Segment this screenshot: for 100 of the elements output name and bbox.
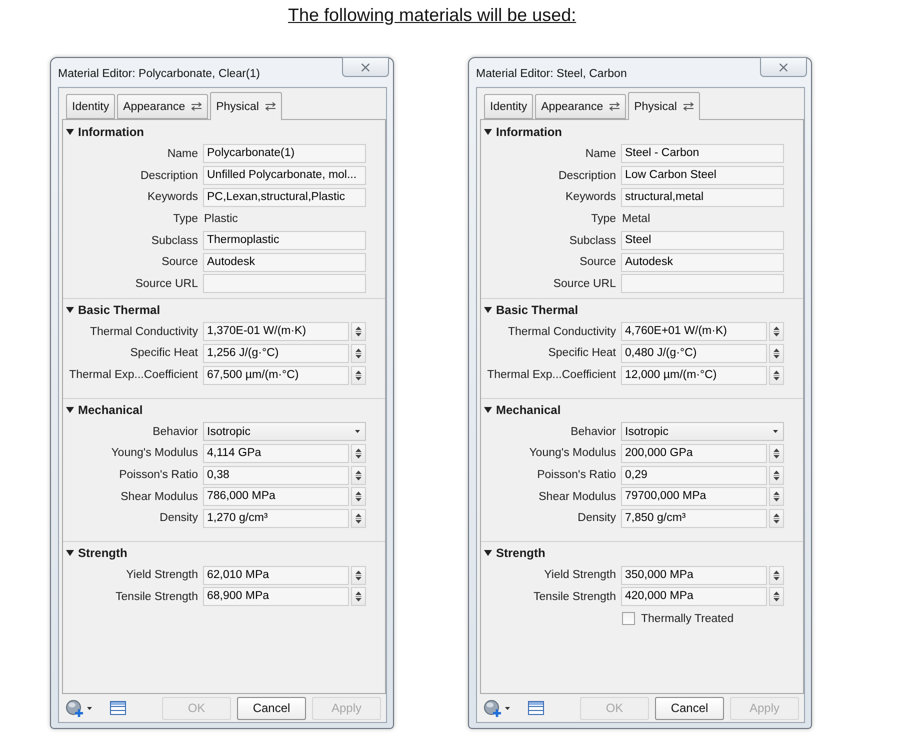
up-down-arrows-icon bbox=[355, 326, 362, 338]
window-title: Material Editor: Steel, Carbon bbox=[476, 67, 627, 81]
globe-plus-icon[interactable] bbox=[66, 700, 83, 716]
number-field[interactable]: 200,000 GPa bbox=[621, 444, 767, 463]
number-field[interactable]: 0,480 J/(g·°C) bbox=[621, 344, 767, 363]
field-label: Poisson's Ratio bbox=[119, 469, 198, 482]
tab[interactable]: Appearance bbox=[117, 94, 208, 119]
spin-button[interactable] bbox=[769, 344, 784, 363]
text-field[interactable]: PC,Lexan,structural,Plastic bbox=[203, 188, 366, 207]
disclosure-triangle-icon[interactable] bbox=[484, 128, 492, 136]
field-label: Tensile Strength bbox=[116, 590, 198, 603]
field-label: Yield Strength bbox=[544, 569, 616, 582]
number-field[interactable]: 350,000 MPa bbox=[621, 566, 767, 585]
number-field[interactable]: 0,38 bbox=[203, 466, 349, 485]
number-field[interactable]: 67,500 µm/(m·°C) bbox=[203, 366, 349, 385]
number-field[interactable]: 1,370E-01 W/(m·K) bbox=[203, 322, 349, 342]
spin-button[interactable] bbox=[769, 508, 784, 528]
number-field[interactable]: 1,256 J/(g·°C) bbox=[203, 344, 349, 363]
spin-button[interactable] bbox=[351, 322, 366, 342]
dropdown[interactable]: Isotropic bbox=[621, 422, 784, 442]
number-field[interactable]: 0,29 bbox=[621, 466, 767, 485]
text-field[interactable]: Polycarbonate(1) bbox=[203, 144, 366, 164]
number-field[interactable]: 68,900 MPa bbox=[203, 587, 349, 606]
text-field[interactable]: Steel bbox=[621, 231, 784, 250]
caret-icon[interactable] bbox=[773, 430, 778, 434]
disclosure-triangle-icon[interactable] bbox=[66, 306, 74, 314]
disclosure-triangle-icon[interactable] bbox=[484, 549, 492, 558]
spin-button[interactable] bbox=[351, 444, 366, 463]
spin-button[interactable] bbox=[351, 366, 366, 385]
field-label: Source URL bbox=[135, 278, 198, 290]
text-field[interactable]: Autodesk bbox=[203, 252, 366, 272]
dialog-button[interactable]: Cancel bbox=[237, 696, 306, 720]
number-field[interactable]: 12,000 µm/(m·°C) bbox=[621, 366, 767, 385]
number-field[interactable]: 7,850 g/cm³ bbox=[621, 508, 767, 528]
caret-icon[interactable] bbox=[355, 430, 360, 434]
disclosure-triangle-icon[interactable] bbox=[66, 549, 74, 558]
text-field[interactable]: Autodesk bbox=[621, 252, 784, 272]
tab[interactable]: Appearance bbox=[535, 94, 626, 119]
field-label: Description bbox=[140, 170, 198, 182]
section-title: Basic Thermal bbox=[78, 302, 160, 317]
tab[interactable]: Identity bbox=[484, 94, 534, 119]
list-icon[interactable] bbox=[528, 701, 544, 715]
text-field[interactable]: Low Carbon Steel bbox=[621, 166, 784, 186]
spin-button[interactable] bbox=[769, 444, 784, 463]
caret-icon[interactable] bbox=[87, 706, 92, 710]
spin-button[interactable] bbox=[769, 322, 784, 342]
spin-button[interactable] bbox=[351, 566, 366, 585]
number-field[interactable]: 4,114 GPa bbox=[203, 444, 349, 463]
up-down-arrows-icon bbox=[355, 512, 362, 524]
spin-button[interactable] bbox=[351, 587, 366, 606]
text-field[interactable]: Thermoplastic bbox=[203, 231, 366, 250]
text-field[interactable]: Unfilled Polycarbonate, mol... bbox=[203, 166, 366, 186]
up-down-arrows-icon bbox=[773, 491, 780, 502]
disclosure-triangle-icon[interactable] bbox=[484, 306, 492, 314]
checkbox[interactable] bbox=[622, 612, 635, 626]
spin-button[interactable] bbox=[769, 587, 784, 606]
spin-button[interactable] bbox=[769, 466, 784, 485]
spin-button[interactable] bbox=[351, 344, 366, 363]
list-icon[interactable] bbox=[110, 701, 126, 715]
field-label: Thermal Exp...Coefficient bbox=[69, 369, 198, 382]
up-down-arrows-icon bbox=[773, 370, 780, 381]
number-field[interactable]: 786,000 MPa bbox=[203, 487, 349, 506]
section-title: Information bbox=[78, 125, 144, 139]
tab[interactable]: Physical bbox=[210, 92, 282, 120]
spin-button[interactable] bbox=[351, 466, 366, 485]
field-label: Name bbox=[167, 148, 198, 160]
section-title: Mechanical bbox=[78, 402, 143, 417]
close-button[interactable] bbox=[760, 57, 807, 77]
text-field[interactable]: structural,metal bbox=[621, 188, 784, 207]
number-field[interactable]: 420,000 MPa bbox=[621, 587, 767, 606]
tab[interactable]: Physical bbox=[628, 92, 700, 120]
caret-icon[interactable] bbox=[505, 706, 510, 710]
text-field[interactable] bbox=[203, 274, 366, 294]
field-label: Density bbox=[160, 512, 198, 524]
spin-button[interactable] bbox=[769, 366, 784, 385]
dialog-button[interactable]: Cancel bbox=[655, 696, 724, 720]
globe-plus-icon[interactable] bbox=[484, 700, 501, 716]
number-field[interactable]: 79700,000 MPa bbox=[621, 487, 767, 506]
number-field[interactable]: 1,270 g/cm³ bbox=[203, 508, 349, 528]
number-field[interactable]: 62,010 MPa bbox=[203, 566, 349, 585]
up-down-arrows-icon bbox=[773, 448, 780, 459]
up-down-arrows-icon bbox=[355, 370, 362, 381]
disclosure-triangle-icon[interactable] bbox=[66, 128, 74, 136]
dropdown[interactable]: Isotropic bbox=[203, 422, 366, 442]
disclosure-triangle-icon[interactable] bbox=[484, 406, 492, 414]
number-field[interactable]: 4,760E+01 W/(m·K) bbox=[621, 322, 767, 342]
disclosure-triangle-icon[interactable] bbox=[66, 406, 74, 414]
field-label: Thermal Conductivity bbox=[90, 326, 198, 338]
text-field[interactable]: Steel - Carbon bbox=[621, 144, 784, 164]
tab[interactable]: Identity bbox=[66, 94, 116, 119]
up-down-arrows-icon bbox=[355, 448, 362, 459]
field-label: Type bbox=[173, 212, 198, 225]
text-field[interactable] bbox=[621, 274, 784, 294]
spin-button[interactable] bbox=[769, 566, 784, 585]
spin-button[interactable] bbox=[351, 487, 366, 506]
field-label: Description bbox=[558, 170, 616, 182]
up-down-arrows-icon bbox=[773, 570, 780, 581]
spin-button[interactable] bbox=[351, 508, 366, 528]
close-button[interactable] bbox=[342, 57, 389, 77]
spin-button[interactable] bbox=[769, 487, 784, 506]
